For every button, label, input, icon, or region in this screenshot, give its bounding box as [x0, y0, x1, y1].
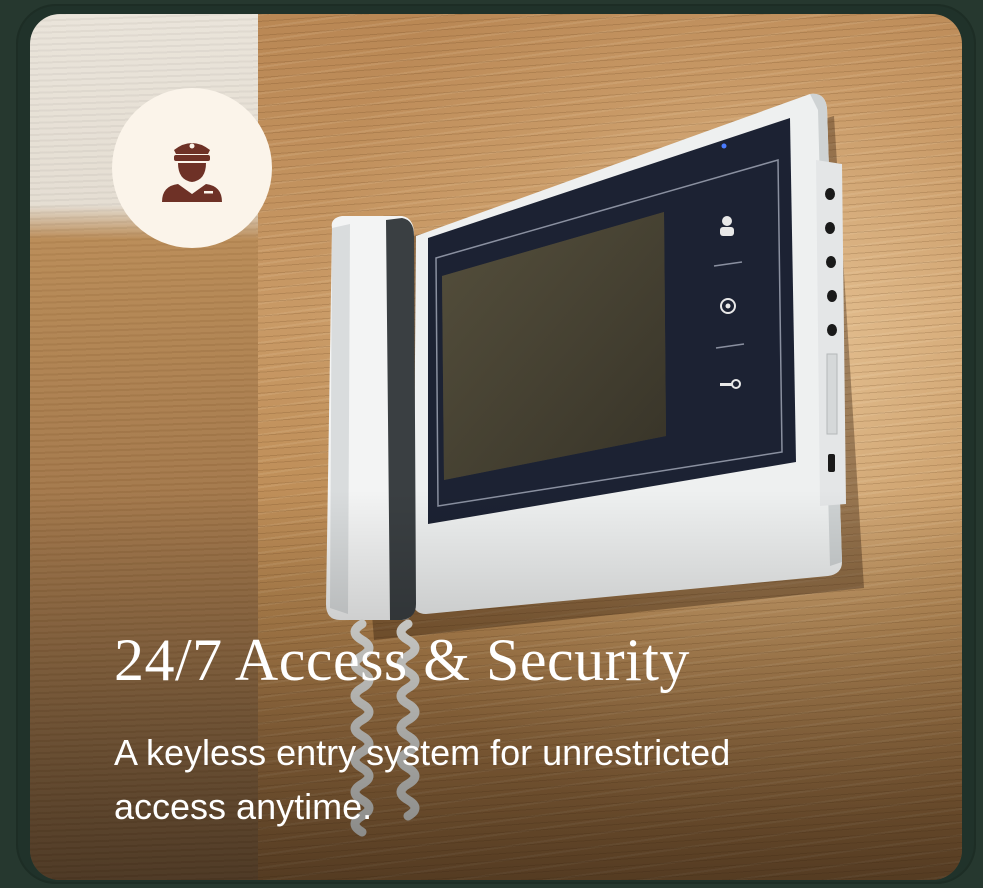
card-description: A keyless entry system for unrestricted … — [114, 732, 731, 827]
intercom-photo: 24/7 Access & Security A keyless entry s… — [30, 14, 962, 880]
card-title: 24/7 Access & Security — [114, 627, 690, 693]
security-guard-icon — [162, 143, 222, 202]
icon-badge — [112, 88, 272, 248]
feature-card[interactable]: 24/7 Access & Security A keyless entry s… — [16, 4, 976, 884]
